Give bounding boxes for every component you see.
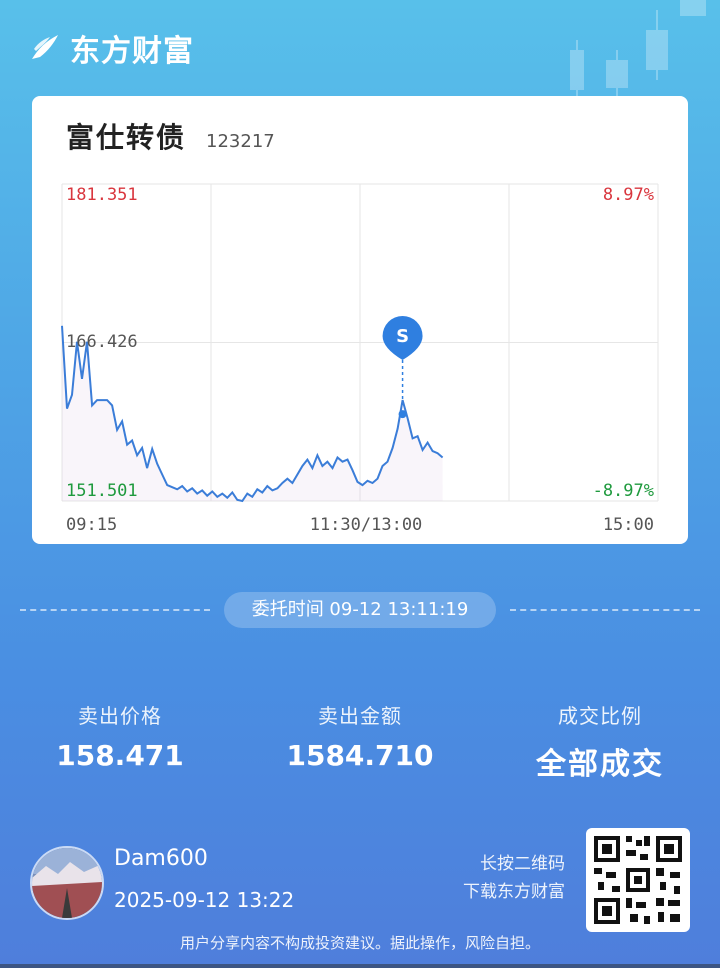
sell-point [398, 410, 407, 419]
brand-logo-icon [32, 35, 58, 59]
y-top-label: 181.351 [66, 185, 138, 205]
app-header: 东方财富 [28, 26, 194, 70]
stat-label: 卖出金额 [318, 704, 402, 728]
stat-label: 卖出价格 [78, 704, 162, 728]
qr-code-icon [594, 836, 682, 924]
pct-bottom-label: -8.97% [593, 481, 654, 501]
x-label-midday: 11:30/13:00 [310, 515, 423, 535]
x-label-open: 09:15 [66, 515, 117, 535]
qr-tip: 长按二维码 下载东方财富 [430, 850, 565, 906]
avatar-image [32, 848, 102, 918]
quote-card: 富仕转债 123217 S 181.351 166.426 151.501 8.… [32, 96, 688, 544]
stat-sell-amount: 卖出金额 1584.710 [240, 700, 480, 783]
trade-stats: 卖出价格 158.471 卖出金额 1584.710 成交比例 全部成交 [0, 700, 720, 783]
disclaimer: 用户分享内容不构成投资建议。据此操作，风险自担。 [179, 934, 540, 952]
user-name: Dam600 [114, 846, 208, 871]
stat-value: 全部成交 [536, 747, 664, 782]
price-area [62, 325, 443, 501]
stat-sell-price: 卖出价格 158.471 [0, 700, 240, 783]
share-time: 2025-09-12 13:22 [114, 888, 295, 912]
sell-marker-icon[interactable]: S [382, 316, 423, 360]
avatar[interactable] [30, 846, 104, 920]
stat-value: 158.471 [56, 739, 184, 772]
order-time-row: 委托时间 09-12 13:11:19 [20, 592, 700, 628]
pct-top-label: 8.97% [603, 185, 654, 205]
divider-right [510, 609, 700, 611]
divider-left [20, 609, 210, 611]
qr-tip-line2: 下载东方财富 [463, 882, 565, 902]
x-label-close: 15:00 [603, 515, 654, 535]
order-time-pill: 委托时间 09-12 13:11:19 [224, 592, 496, 628]
qr-code[interactable] [586, 828, 690, 932]
brand-name: 东方财富 [70, 34, 194, 69]
sell-marker-label: S [396, 326, 409, 347]
stat-value: 1584.710 [286, 739, 434, 772]
qr-tip-line1: 长按二维码 [480, 854, 565, 874]
bottom-edge [0, 964, 720, 968]
stat-label: 成交比例 [558, 704, 642, 728]
intraday-chart: S 181.351 166.426 151.501 8.97% -8.97% 0… [61, 183, 659, 535]
stat-fill-ratio: 成交比例 全部成交 [480, 700, 720, 783]
y-mid-label: 166.426 [66, 332, 138, 352]
y-bottom-label: 151.501 [66, 481, 138, 501]
